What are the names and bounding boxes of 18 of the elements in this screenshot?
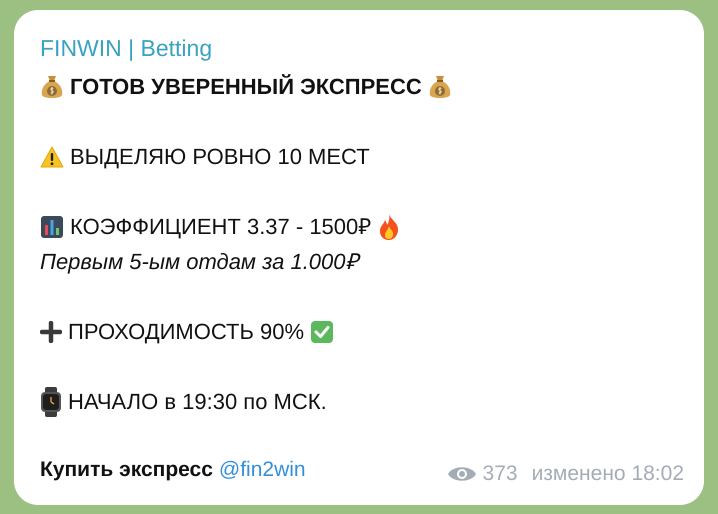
- message-text: КОЭФФИЦИЕНТ 3.37 - 1500₽: [70, 212, 372, 240]
- channel-link[interactable]: @fin2win: [218, 454, 306, 486]
- plus-icon: [40, 320, 62, 342]
- message-text: ВЫДЕЛЯЮ РОВНО 10 МЕСТ: [70, 142, 370, 170]
- note-text: Первым 5-ым отдам за 1.000₽: [40, 248, 359, 276]
- view-count: 373: [482, 461, 518, 487]
- message-text: НАЧАЛО в 19:30 по МСК.: [68, 388, 327, 416]
- money-bag-icon: [428, 74, 452, 100]
- check-mark-icon: [310, 320, 334, 344]
- edited-time: изменено 18:02: [532, 461, 684, 487]
- watch-icon: [40, 386, 62, 416]
- warning-icon: [40, 146, 64, 168]
- bar-chart-icon: [40, 214, 64, 238]
- sender-name[interactable]: FINWIN | Betting: [40, 34, 212, 62]
- money-bag-icon: [40, 74, 64, 100]
- call-to-action-text: Купить экспресс: [40, 457, 213, 483]
- message-text: ГОТОВ УВЕРЕННЫЙ ЭКСПРЕСС: [70, 72, 422, 100]
- message-text: ПРОХОДИМОСТЬ 90%: [68, 318, 304, 346]
